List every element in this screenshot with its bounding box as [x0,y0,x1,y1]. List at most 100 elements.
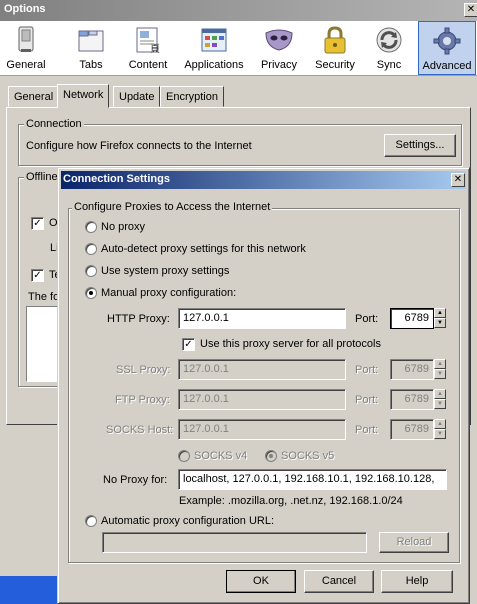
reload-button-label: Reload [396,536,432,548]
toolbar-security[interactable]: Security [310,21,360,75]
no-proxy-for-field[interactable]: localhost, 127.0.0.1, 192.168.10.1, 192.… [178,469,447,490]
proxy-config-legend: Configure Proxies to Access the Internet [72,201,273,213]
manual-proxy-radio[interactable] [85,287,97,299]
connection-description: Configure how Firefox connects to the In… [26,140,252,152]
ftp-port-field[interactable]: 6789 [390,389,434,410]
offline-legend: Offline [24,171,60,183]
toolbar-label: Advanced [422,60,472,72]
auto-config-url-radio[interactable] [85,515,97,527]
socks-port-label: Port: [355,424,379,436]
connection-settings-dialog: Connection Settings ✕ Configure Proxies … [57,167,470,604]
ftp-port-spinner[interactable]: ▲ ▼ [434,389,446,410]
options-title: Options [4,3,46,15]
http-proxy-field[interactable]: 127.0.0.1 [178,308,346,329]
auto-detect-label: Auto-detect proxy settings for this netw… [101,243,306,255]
manual-proxy-label: Manual proxy configuration: [101,287,237,299]
tab-update[interactable]: Update [113,86,161,107]
http-port-field[interactable]: 6789 [390,308,434,329]
lock-icon [324,26,346,54]
tab-label: Update [119,91,155,103]
svg-text:頁: 頁 [150,43,160,55]
spin-up-icon[interactable]: ▲ [434,308,446,318]
close-icon: ✕ [453,174,463,185]
spin-up-icon[interactable]: ▲ [434,359,446,369]
gear-icon [433,27,461,55]
socks-v5-radio[interactable] [265,450,277,462]
socks-port-field[interactable]: 6789 [390,419,434,440]
connection-legend: Connection [24,118,84,130]
spin-down-icon[interactable]: ▼ [434,318,446,328]
tab-encryption[interactable]: Encryption [160,86,224,107]
cancel-button-label: Cancel [321,575,357,587]
help-button-label: Help [405,575,429,587]
settings-button[interactable]: Settings... [384,134,456,157]
cancel-button[interactable]: Cancel [304,570,374,593]
tab-network[interactable]: Network [57,84,110,108]
offline-description: The fo [28,291,60,303]
socks-host-field[interactable]: 127.0.0.1 [178,419,346,440]
dialog-close-button[interactable]: ✕ [451,173,465,187]
toolbar-content[interactable]: 頁 Content [122,21,174,75]
options-title-bar[interactable]: Options [0,0,477,21]
dialog-title: Connection Settings [63,173,170,185]
http-port-spinner[interactable]: ▲ ▼ [434,308,446,329]
toolbar-applications[interactable]: Applications [182,21,246,75]
help-button[interactable]: Help [381,570,453,593]
use-for-all-label: Use this proxy server for all protocols [200,338,381,350]
ok-button[interactable]: OK [226,570,296,593]
toolbar-label: Applications [184,59,244,71]
sync-icon [376,27,402,53]
offline-tell-me-checkbox[interactable]: ✓ [31,269,44,282]
options-toolbar: General Tabs 頁 Content Applications Priv… [0,21,477,76]
auto-config-url-field[interactable] [102,532,367,553]
switch-icon [18,26,34,52]
toolbar-advanced[interactable]: Advanced [418,21,476,75]
no-proxy-label: No proxy [101,221,146,233]
ssl-port-field[interactable]: 6789 [390,359,434,380]
no-proxy-example: Example: .mozilla.org, .net.nz, 192.168.… [179,495,403,507]
ok-button-label: OK [253,575,269,587]
toolbar-tabs[interactable]: Tabs [68,21,114,75]
toolbar-label: Security [315,59,355,71]
tab-general[interactable]: General [8,86,60,107]
toolbar-general[interactable]: General [4,21,48,75]
spin-down-icon[interactable]: ▼ [434,399,446,409]
system-proxy-radio[interactable] [85,265,97,277]
ssl-port-label: Port: [355,364,379,376]
content-icon: 頁 [136,27,160,55]
ssl-proxy-label: SSL Proxy: [116,364,171,376]
options-close-button[interactable]: ✕ [464,3,477,17]
toolbar-privacy[interactable]: Privacy [256,21,302,75]
socks-v4-label: SOCKS v4 [194,450,248,462]
socks-port-spinner[interactable]: ▲ ▼ [434,419,446,440]
toolbar-label: General [6,59,46,71]
offline-override-checkbox[interactable]: ✓ [31,217,44,230]
spin-up-icon[interactable]: ▲ [434,389,446,399]
http-port-label: Port: [355,313,379,325]
toolbar-label: Sync [376,59,402,71]
ftp-port-label: Port: [355,394,379,406]
ssl-port-spinner[interactable]: ▲ ▼ [434,359,446,380]
ftp-proxy-field[interactable]: 127.0.0.1 [178,389,346,410]
toolbar-sync[interactable]: Sync [366,21,412,75]
tabs-icon [78,30,104,52]
tab-label: Encryption [166,91,218,103]
socks-v4-radio[interactable] [178,450,190,462]
auto-detect-radio[interactable] [85,243,97,255]
use-for-all-checkbox[interactable]: ✓ [182,338,195,351]
no-proxy-radio[interactable] [85,221,97,233]
connection-settings-title-bar[interactable]: Connection Settings ✕ [61,171,466,189]
socks-v5-label: SOCKS v5 [281,450,335,462]
tab-label: Network [63,89,104,101]
spin-down-icon[interactable]: ▼ [434,369,446,379]
http-proxy-label: HTTP Proxy: [107,313,170,325]
close-icon: ✕ [466,4,476,15]
reload-button[interactable]: Reload [379,532,449,553]
spin-up-icon[interactable]: ▲ [434,419,446,429]
spin-down-icon[interactable]: ▼ [434,429,446,439]
applications-icon [201,28,227,52]
ftp-proxy-label: FTP Proxy: [115,394,170,406]
no-proxy-for-label: No Proxy for: [103,474,168,486]
ssl-proxy-field[interactable]: 127.0.0.1 [178,359,346,380]
settings-button-label: Settings... [395,139,445,151]
